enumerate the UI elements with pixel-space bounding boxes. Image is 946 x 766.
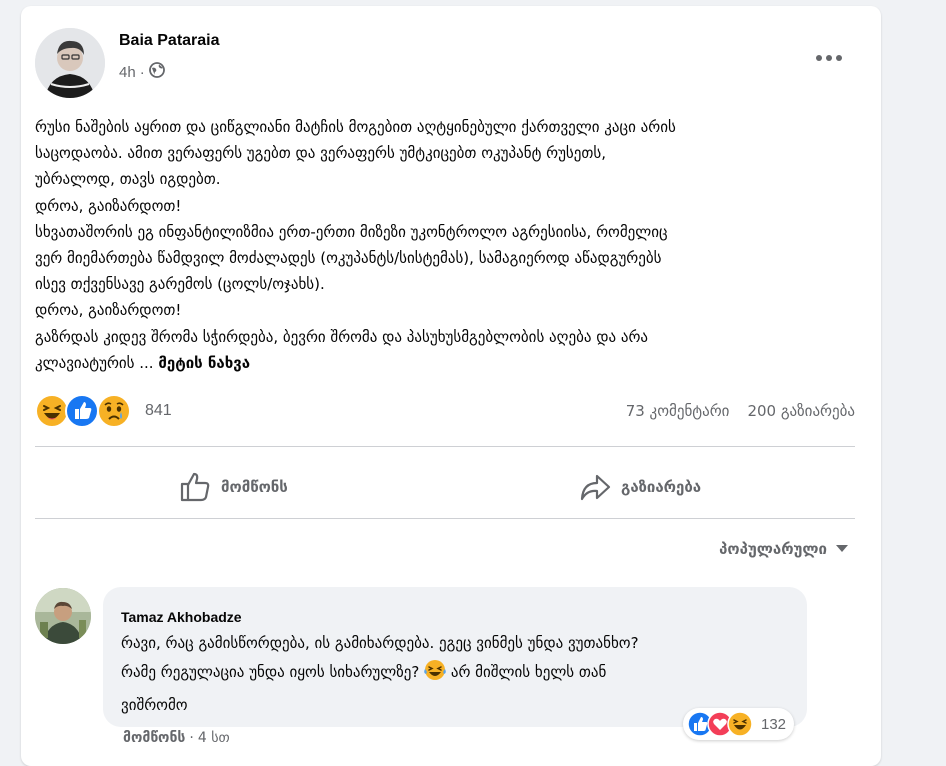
caret-down-icon	[836, 545, 848, 552]
post-line: სხვათაშორის ეგ ინფანტილიზმია ერთ-ერთი მი…	[35, 222, 668, 241]
post-time[interactable]: 4h	[119, 64, 136, 81]
more-horizontal-icon	[816, 55, 842, 61]
laughing-tears-emoji-icon	[424, 659, 446, 691]
comment-line: რამე რეგულაცია უნდა იყოს სიხარულზე? არ მ…	[121, 658, 801, 691]
share-button[interactable]: გაზიარება	[579, 462, 701, 512]
haha-icon	[35, 394, 69, 428]
post-line: დროა, გაიზარდოთ!	[35, 301, 182, 320]
like-button[interactable]: მომწონს	[179, 462, 288, 512]
sad-icon	[97, 394, 131, 428]
share-button-label: გაზიარება	[621, 478, 702, 496]
comment-line2-end: არ მიშლის ხელს თან	[446, 663, 607, 681]
author-avatar[interactable]	[35, 28, 105, 98]
post-line: უბრალოდ, თავს იგდებთ.	[35, 170, 221, 189]
meta-dot: ·	[139, 63, 145, 81]
comment-line2-start: რამე რეგულაცია უნდა იყოს სიხარულზე?	[121, 663, 425, 681]
comment-author[interactable]: Tamaz Akhobadze	[121, 609, 242, 625]
comment-reaction-count: 132	[761, 715, 787, 733]
commenter-avatar[interactable]	[35, 588, 91, 644]
comment-actions: მომწონს · 4 სთ	[123, 730, 230, 746]
post-line: რუსი ნაშების აყრით და ციწგლიანი მატჩის მ…	[35, 118, 676, 136]
sort-label: პოპულარული	[719, 540, 827, 558]
post-line: გაზრდას კიდევ შრომა სჭირდება, ბევრი შრომ…	[35, 327, 649, 346]
post-line: დროა, გაიზარდოთ!	[35, 196, 182, 215]
author-name[interactable]: Baia Pataraia	[119, 32, 220, 50]
post-card: Baia Pataraia 4h · რუსი ნაშების აყრით და…	[21, 6, 881, 766]
globe-icon[interactable]	[148, 62, 165, 82]
like-icon	[65, 394, 99, 428]
thumbs-up-icon	[180, 472, 210, 502]
post-stats: 73 კომენტარი 200 გაზიარება	[626, 402, 855, 420]
reaction-count[interactable]: 841	[145, 402, 172, 420]
comments-count[interactable]: 73 კომენტარი	[626, 402, 730, 420]
like-button-label: მომწონს	[221, 478, 288, 496]
comment-like-button[interactable]: მომწონს	[123, 730, 185, 746]
comment-bubble: Tamaz Akhobadze რავი, რაც გამისწორდება, …	[103, 587, 807, 727]
post-text: რუსი ნაშების აყრით და ციწგლიანი მატჩის მ…	[35, 114, 855, 376]
post-line: საცოდაობა. ამით ვერაფერს უგებთ და ვერაფე…	[35, 144, 606, 163]
reactions-summary: 841 73 კომენტარი 200 გაზიარება	[35, 392, 855, 432]
comment-sort-dropdown[interactable]: პოპულარული	[719, 540, 849, 558]
post-line: კლავიატურის ... მეტის ნახვა	[35, 350, 855, 376]
comment-reactions[interactable]: 132	[683, 708, 795, 740]
post-meta: 4h ·	[119, 62, 165, 82]
comment-meta-dot: ·	[189, 730, 194, 746]
comment-time[interactable]: 4 სთ	[198, 730, 230, 746]
divider	[35, 518, 855, 519]
comment-line: რავი, რაც გამისწორდება, ის გამიხარდება. …	[121, 634, 639, 652]
haha-icon	[727, 711, 753, 737]
post-line: ვერ მიემართება წამდვილ მოძალადეს (ოკუპან…	[35, 249, 662, 268]
post-line: ისევ თქვენსავე გარემოს (ცოლს/ოჯახს).	[35, 275, 325, 294]
comment-text: რავი, რაც გამისწორდება, ის გამიხარდება. …	[121, 629, 801, 720]
see-more-link[interactable]: მეტის ნახვა	[158, 354, 250, 372]
share-arrow-icon	[580, 474, 611, 501]
post-last-line-text: კლავიატურის ...	[35, 353, 159, 372]
more-options-button[interactable]	[811, 48, 847, 68]
divider	[35, 446, 855, 447]
shares-count[interactable]: 200 გაზიარება	[747, 402, 855, 420]
